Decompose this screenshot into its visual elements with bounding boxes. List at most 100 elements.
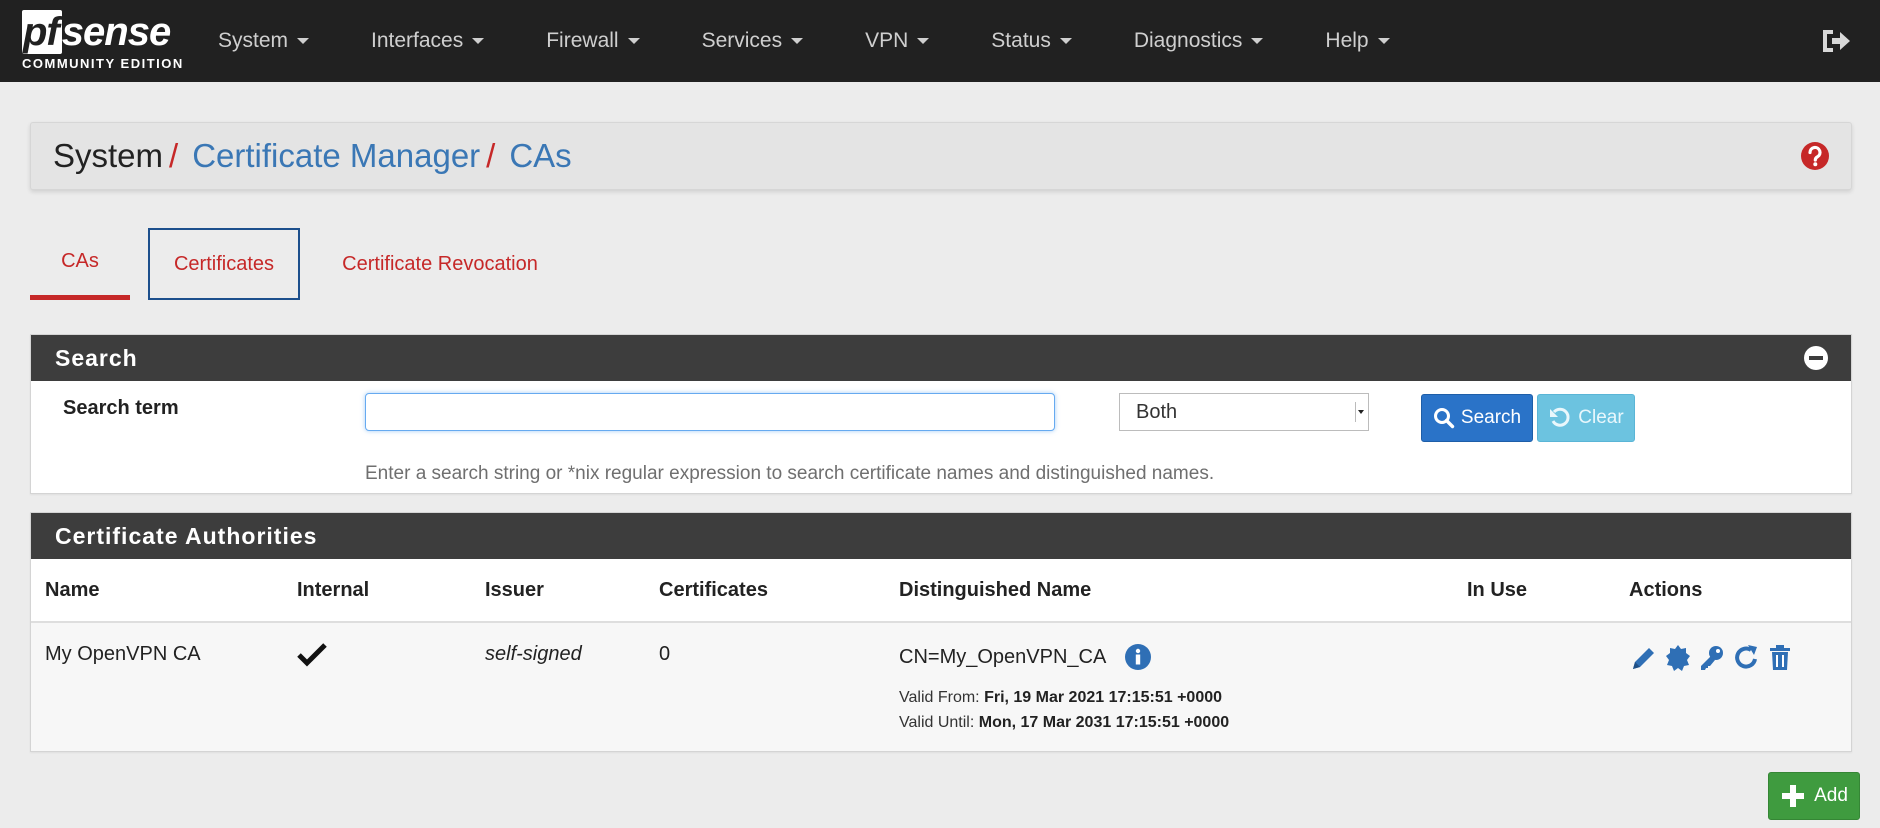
caret-down-icon <box>1251 38 1264 44</box>
ca-distinguished-name: CN=My_OpenVPN_CA Valid From: Fri, 19 Mar… <box>899 622 1467 751</box>
search-scope-value: Both <box>1136 400 1178 423</box>
nav-services[interactable]: Services <box>702 29 804 53</box>
caret-down-icon <box>627 38 640 44</box>
logo-subtitle: COMMUNITY EDITION <box>22 56 184 71</box>
nav-label: Interfaces <box>371 29 464 52</box>
breadcrumb-system: System <box>53 137 164 174</box>
col-actions: Actions <box>1629 559 1851 623</box>
logo-sense: sense <box>61 10 171 54</box>
refresh-icon[interactable] <box>1731 643 1761 673</box>
check-icon <box>297 643 327 667</box>
caret-down-icon <box>1377 38 1390 44</box>
search-button-label: Search <box>1460 407 1522 428</box>
nav-label: System <box>218 29 289 52</box>
dn-line: CN=My_OpenVPN_CA <box>899 643 1467 671</box>
validity-dates: Valid From: Fri, 19 Mar 2021 17:15:51 +0… <box>899 685 1467 735</box>
ca-panel-header: Certificate Authorities <box>31 513 1851 559</box>
nav-label: Diagnostics <box>1133 29 1243 52</box>
nav-vpn[interactable]: VPN <box>865 29 930 53</box>
plus-icon <box>1782 785 1805 807</box>
search-scope-select[interactable]: Both <box>1119 393 1369 431</box>
col-internal: Internal <box>297 559 485 623</box>
breadcrumb-separator: / <box>169 137 179 174</box>
key-icon[interactable] <box>1697 643 1727 673</box>
nav-label: Help <box>1325 29 1369 52</box>
nav-label: Services <box>701 29 783 52</box>
ca-in-use <box>1467 622 1629 751</box>
sign-out-icon[interactable] <box>1820 26 1852 56</box>
col-issuer: Issuer <box>485 559 659 623</box>
breadcrumb: System / Certificate Manager / CAs <box>53 123 572 189</box>
ca-panel-title: Certificate Authorities <box>55 522 318 549</box>
col-in-use: In Use <box>1467 559 1629 623</box>
ca-name: My OpenVPN CA <box>31 622 297 751</box>
nav-firewall[interactable]: Firewall <box>546 29 640 53</box>
breadcrumb-separator: / <box>486 137 496 174</box>
dn-value: CN=My_OpenVPN_CA <box>899 645 1107 668</box>
breadcrumb-cas[interactable]: CAs <box>509 137 571 175</box>
nav-status[interactable]: Status <box>991 29 1072 53</box>
table-header-row: Name Internal Issuer Certificates Distin… <box>31 559 1851 623</box>
breadcrumb-certificate-manager[interactable]: Certificate Manager <box>192 137 480 175</box>
caret-down-icon <box>1059 38 1072 44</box>
search-panel: Search Search term Both Search Clear Ent… <box>30 334 1852 494</box>
certificate-authorities-panel: Certificate Authorities Name Internal Is… <box>30 512 1852 752</box>
search-icon <box>1433 408 1455 429</box>
question-circle-icon[interactable] <box>1799 140 1831 172</box>
table-row: My OpenVPN CA self-signed 0 CN=My_OpenVP… <box>31 622 1851 751</box>
caret-down-icon <box>917 38 930 44</box>
tab-certificate-revocation[interactable]: Certificate Revocation <box>310 228 570 300</box>
clear-button[interactable]: Clear <box>1537 394 1635 442</box>
search-hint: Enter a search string or *nix regular ex… <box>365 463 1215 484</box>
breadcrumb-panel: System / Certificate Manager / CAs <box>30 122 1852 190</box>
certificate-icon[interactable] <box>1663 643 1693 673</box>
pencil-icon[interactable] <box>1629 643 1659 673</box>
nav-label: Status <box>991 29 1051 52</box>
ca-actions <box>1629 622 1851 751</box>
valid-from-value: Fri, 19 Mar 2021 17:15:51 +0000 <box>984 689 1223 706</box>
main-menu: System Interfaces Firewall Services VPN … <box>218 0 1452 82</box>
caret-down-icon <box>791 38 804 44</box>
valid-from-label: Valid From: <box>899 689 980 706</box>
valid-until-label: Valid Until: <box>899 714 975 731</box>
top-navbar: pfsense COMMUNITY EDITION System Interfa… <box>0 0 1880 82</box>
minus-circle-icon[interactable] <box>1803 345 1829 371</box>
logo-pf: pf <box>22 10 62 54</box>
nav-diagnostics[interactable]: Diagnostics <box>1134 29 1264 53</box>
trash-icon[interactable] <box>1765 643 1795 673</box>
nav-interfaces[interactable]: Interfaces <box>371 29 485 53</box>
action-icons <box>1629 643 1851 673</box>
select-arrow-icon <box>1355 402 1364 422</box>
nav-label: Firewall <box>546 29 619 52</box>
tab-bar: CAs Certificates Certificate Revocation <box>30 228 570 300</box>
valid-until-line: Valid Until: Mon, 17 Mar 2031 17:15:51 +… <box>899 710 1467 735</box>
clear-button-label: Clear <box>1578 407 1624 428</box>
undo-icon <box>1550 407 1570 427</box>
search-panel-header: Search <box>31 335 1851 381</box>
ca-certificates: 0 <box>659 622 899 751</box>
caret-down-icon <box>297 38 310 44</box>
valid-from-line: Valid From: Fri, 19 Mar 2021 17:15:51 +0… <box>899 685 1467 710</box>
search-input[interactable] <box>365 393 1055 431</box>
add-button-label: Add <box>1814 785 1848 806</box>
ca-internal <box>297 622 485 751</box>
info-circle-icon[interactable] <box>1124 643 1152 671</box>
nav-system[interactable]: System <box>218 29 310 53</box>
col-certificates: Certificates <box>659 559 899 623</box>
pfsense-logo[interactable]: pfsense COMMUNITY EDITION <box>22 10 192 74</box>
ca-table: Name Internal Issuer Certificates Distin… <box>31 559 1851 751</box>
caret-down-icon <box>472 38 485 44</box>
col-name: Name <box>31 559 297 623</box>
add-button[interactable]: Add <box>1768 772 1860 820</box>
ca-issuer: self-signed <box>485 622 659 751</box>
search-term-label: Search term <box>63 397 179 419</box>
col-distinguished-name: Distinguished Name <box>899 559 1467 623</box>
logo-wordmark: pfsense <box>22 10 171 54</box>
nav-label: VPN <box>865 29 909 52</box>
tab-certificates[interactable]: Certificates <box>148 228 300 300</box>
tab-cas[interactable]: CAs <box>30 228 130 300</box>
search-panel-title: Search <box>55 344 138 371</box>
nav-help[interactable]: Help <box>1325 29 1390 53</box>
search-button[interactable]: Search <box>1421 394 1533 442</box>
valid-until-value: Mon, 17 Mar 2031 17:15:51 +0000 <box>978 714 1230 731</box>
